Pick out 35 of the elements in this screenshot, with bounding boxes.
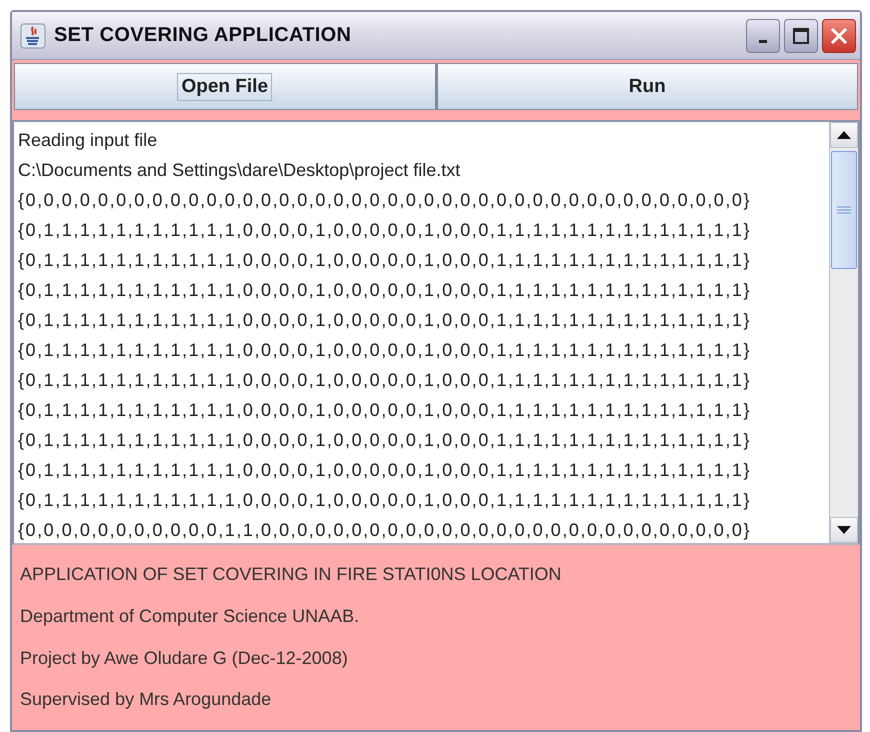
window-title: SET COVERING APPLICATION — [54, 24, 352, 47]
output-line: {0,0,0,0,0,0,0,0,0,0,0,0,0,0,0,0,0,0,0,0,0,0,0,0,0,0,0,0,0,0,0,0,0,0,0,0,0,0,0,0} — [18, 189, 752, 212]
output-line: {0,1,1,1,1,1,1,1,1,1,1,1,0,0,0,0,1,0,0,0,0,0,1,0,0,0,1,1,1,1,1,1,1,1,1,1,1,1,1,1} — [18, 309, 752, 332]
output-line: {0,1,1,1,1,1,1,1,1,1,1,1,0,0,0,0,1,0,0,0,0,0,1,0,0,0,1,1,1,1,1,1,1,1,1,1,1,1,1,1} — [18, 399, 752, 422]
output-line: {0,1,1,1,1,1,1,1,1,1,1,1,0,0,0,0,1,0,0,0,0,0,1,0,0,0,1,1,1,1,1,1,1,1,1,1,1,1,1,1} — [18, 219, 752, 242]
scrollbar-thumb[interactable] — [831, 151, 857, 269]
close-button[interactable] — [822, 18, 856, 52]
scroll-up-button[interactable] — [830, 122, 858, 148]
run-button[interactable]: Run — [436, 63, 858, 110]
down-triangle-icon — [837, 526, 851, 534]
output-line: {0,1,1,1,1,1,1,1,1,1,1,1,0,0,0,0,1,0,0,0,0,0,1,0,0,0,1,1,1,1,1,1,1,1,1,1,1,1,1,1} — [18, 279, 752, 302]
maximize-icon — [792, 26, 810, 44]
up-triangle-icon — [837, 131, 851, 139]
maximize-button[interactable] — [784, 18, 818, 52]
close-icon — [829, 26, 849, 46]
output-line: {0,0,0,0,0,0,0,0,0,0,0,1,1,0,0,0,0,0,0,0,0,0,0,0,0,0,0,0,0,0,0,0,0,0,0,0,0,0,0,0} — [18, 519, 752, 542]
grip-icon — [837, 206, 851, 214]
output-line: C:\Documents and Settings\dare\Desktop\project file.txt — [18, 159, 460, 182]
java-app-icon — [20, 22, 46, 48]
info-text: Department of Computer Science UNAAB. — [20, 604, 360, 628]
open-file-button[interactable]: Open File — [14, 63, 436, 110]
output-line: {0,1,1,1,1,1,1,1,1,1,1,1,0,0,0,0,1,0,0,0,0,0,1,0,0,0,1,1,1,1,1,1,1,1,1,1,1,1,1,1} — [18, 249, 752, 272]
info-text: APPLICATION OF SET COVERING IN FIRE STATI0NS LOCATION — [20, 563, 562, 586]
output-line: Reading input file — [18, 129, 158, 152]
info-text: Supervised by Mrs Arogundade — [20, 688, 272, 712]
minimize-icon — [759, 40, 767, 43]
minimize-button[interactable] — [746, 18, 780, 52]
output-line: {0,1,1,1,1,1,1,1,1,1,1,1,0,0,0,0,1,0,0,0,0,0,1,0,0,0,1,1,1,1,1,1,1,1,1,1,1,1,1,1} — [18, 489, 752, 512]
output-line: {0,1,1,1,1,1,1,1,1,1,1,1,0,0,0,0,1,0,0,0,0,0,1,0,0,0,1,1,1,1,1,1,1,1,1,1,1,1,1,1} — [18, 459, 752, 482]
output-line: {0,1,1,1,1,1,1,1,1,1,1,1,0,0,0,0,1,0,0,0,0,0,1,0,0,0,1,1,1,1,1,1,1,1,1,1,1,1,1,1} — [18, 369, 752, 392]
output-line: {0,1,1,1,1,1,1,1,1,1,1,1,0,0,0,0,1,0,0,0,0,0,1,0,0,0,1,1,1,1,1,1,1,1,1,1,1,1,1,1} — [18, 339, 752, 362]
scroll-down-button[interactable] — [830, 517, 858, 543]
scrollbar-track[interactable] — [829, 122, 858, 543]
output-line: {0,1,1,1,1,1,1,1,1,1,1,1,0,0,0,0,1,0,0,0,0,0,1,0,0,0,1,1,1,1,1,1,1,1,1,1,1,1,1,1} — [18, 429, 752, 452]
info-text: Project by Awe Oludare G (Dec-12-2008) — [20, 646, 348, 670]
